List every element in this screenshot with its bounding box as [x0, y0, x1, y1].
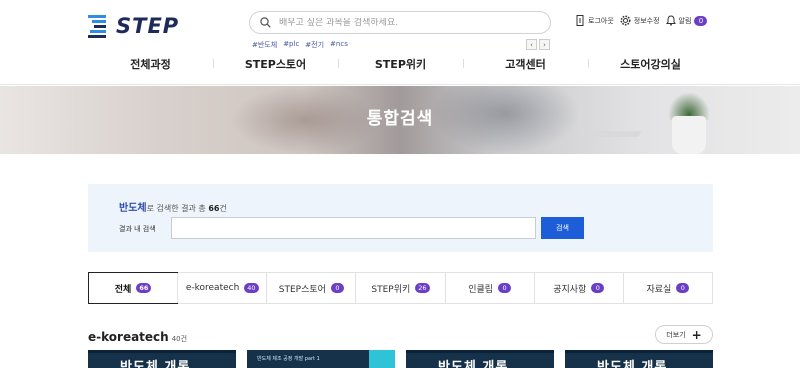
alarm-label: 알림	[678, 16, 692, 25]
card-stripe	[88, 350, 236, 353]
result-count-unit: 건	[219, 204, 227, 213]
course-card-title: 반도체 개론	[120, 360, 191, 368]
alarm-count-badge: 0	[694, 15, 708, 26]
tab-e-koreatech[interactable]: e-koreatech 40	[177, 273, 266, 303]
course-card-subtitle: 반도체 제조 공정 개발 part 1	[257, 356, 320, 362]
tab-count-badge: 26	[415, 283, 430, 293]
card-stripe	[565, 350, 713, 353]
profile-edit-link[interactable]: 정보수정	[620, 15, 660, 26]
page-title: 통합검색	[366, 109, 434, 129]
tag-prev-button[interactable]: ‹	[526, 39, 537, 50]
step-logo-icon	[88, 15, 106, 38]
alarm-link[interactable]: 알림 0	[665, 15, 708, 26]
course-card-title: 반도체 개론	[438, 360, 509, 368]
tab-count-badge: 0	[498, 283, 512, 293]
tab-count-badge: 66	[136, 283, 152, 293]
tab-resources[interactable]: 자료실 0	[622, 273, 712, 303]
logo-text: STEP	[116, 14, 180, 38]
tag-link[interactable]: #plc	[283, 40, 299, 50]
logout-icon	[576, 15, 584, 26]
course-card-list: 반도체 개론 반도체 제조 공정 개발 part 1 반도체 개론 반도체 개론	[88, 350, 713, 368]
tab-inclip[interactable]: 인클립 0	[444, 273, 534, 303]
page-banner: 통합검색	[0, 86, 800, 154]
global-search-input[interactable]	[279, 17, 519, 28]
tab-label: e-koreatech	[185, 283, 240, 293]
tab-label: 자료실	[646, 284, 672, 295]
tab-count-badge: 0	[330, 283, 344, 293]
nav-item-store-classroom[interactable]: 스토어강의실	[588, 56, 713, 72]
logout-link[interactable]: 로그아웃	[576, 15, 614, 26]
tab-count-badge: 0	[676, 283, 690, 293]
tag-link[interactable]: #반도체	[252, 40, 277, 50]
tab-label: STEP위키	[371, 284, 411, 295]
tab-label: 공지사항	[553, 284, 587, 295]
tab-label: 인클립	[468, 284, 494, 295]
site-header: STEP #반도체 #plc #전기 #ncs ‹ › 로그아웃	[0, 0, 800, 85]
result-summary: 반도체로 검색한 결과 총 66건	[119, 199, 227, 214]
course-card[interactable]: 반도체 개론	[565, 350, 713, 368]
search-result-panel: 반도체로 검색한 결과 총 66건 결과 내 검색 검색	[88, 184, 713, 252]
banner-photo-laptop	[578, 131, 642, 137]
tag-next-button[interactable]: ›	[539, 39, 550, 50]
category-tabs: 전체 66 e-koreatech 40 STEP스토어 0 STEP위키 26…	[88, 272, 713, 304]
tab-all[interactable]: 전체 66	[88, 272, 179, 304]
tab-notice[interactable]: 공지사항 0	[533, 273, 623, 303]
logout-label: 로그아웃	[588, 16, 614, 25]
step-logo[interactable]: STEP	[88, 14, 179, 38]
nav-item-step-wiki[interactable]: STEP위키	[338, 56, 463, 72]
tag-arrows: ‹ ›	[526, 39, 550, 50]
section-count: 40건	[171, 335, 188, 343]
main-navigation: 전체과정 STEP스토어 STEP위키 고객센터 스토어강의실	[88, 56, 713, 72]
more-label: 더보기	[666, 330, 686, 339]
tag-link[interactable]: #ncs	[330, 40, 348, 50]
tag-link[interactable]: #전기	[305, 40, 324, 50]
course-card[interactable]: 반도체 개론	[406, 350, 554, 368]
tab-step-store[interactable]: STEP스토어 0	[266, 273, 355, 303]
tab-label: 전체	[114, 284, 132, 295]
card-accent	[369, 350, 395, 368]
course-card[interactable]: 반도체 개론	[88, 350, 236, 368]
course-card-title: 반도체 개론	[597, 360, 668, 368]
gear-icon	[620, 15, 631, 26]
summary-text: 로 검색한 결과 총	[146, 204, 209, 213]
popular-tags: #반도체 #plc #전기 #ncs	[252, 40, 348, 50]
tab-label: STEP스토어	[278, 284, 326, 295]
search-keyword: 반도체	[119, 203, 147, 214]
search-icon[interactable]	[260, 17, 271, 28]
course-card[interactable]: 반도체 제조 공정 개발 part 1	[247, 350, 395, 368]
section-title: e-koreatech 40건	[88, 330, 187, 344]
tab-count-badge: 0	[591, 283, 605, 293]
nav-item-step-store[interactable]: STEP스토어	[213, 56, 338, 72]
nav-item-all-courses[interactable]: 전체과정	[88, 56, 213, 72]
profile-edit-label: 정보수정	[633, 16, 660, 25]
inner-search-label: 결과 내 검색	[119, 225, 156, 233]
nav-item-customer-center[interactable]: 고객센터	[463, 56, 588, 72]
inner-search-input[interactable]	[171, 217, 536, 239]
bell-icon	[665, 15, 676, 26]
card-stripe	[406, 350, 554, 353]
result-count: 66	[208, 204, 220, 213]
section-title-text: e-koreatech	[88, 330, 169, 344]
more-button[interactable]: 더보기 +	[655, 325, 713, 344]
utility-menu: 로그아웃 정보수정 알림 0	[576, 15, 708, 26]
global-search-box[interactable]	[249, 11, 551, 34]
tab-count-badge: 40	[244, 283, 259, 293]
inner-search-button[interactable]: 검색	[541, 217, 584, 239]
plus-icon: +	[691, 327, 702, 342]
tab-step-wiki[interactable]: STEP위키 26	[355, 273, 444, 303]
